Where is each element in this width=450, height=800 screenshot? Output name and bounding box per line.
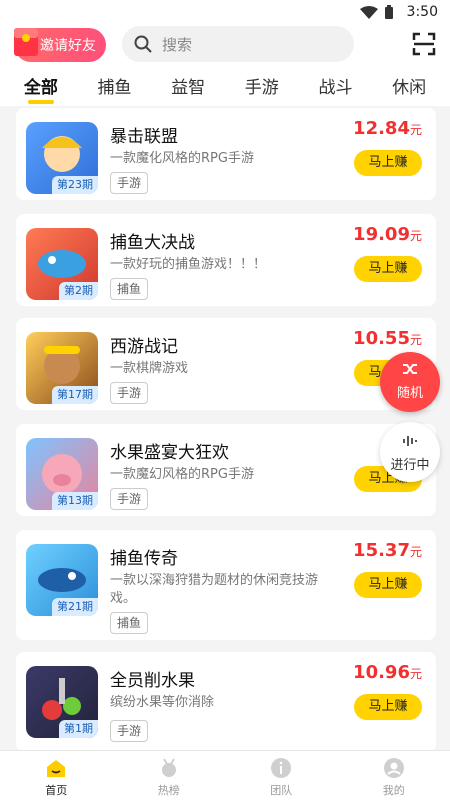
tab-casual[interactable]: 休闲 — [392, 73, 426, 104]
shuffle-icon — [403, 364, 417, 374]
earn-now-button[interactable]: 马上赚 — [354, 572, 422, 598]
search-placeholder: 搜索 — [162, 35, 193, 54]
search-icon — [134, 35, 152, 53]
tab-puzzle[interactable]: 益智 — [171, 73, 205, 104]
search-input[interactable]: 搜索 — [122, 26, 354, 62]
tab-mobile[interactable]: 手游 — [245, 73, 279, 104]
price-value: 12.84 — [353, 118, 410, 139]
in-progress-fab[interactable]: 进行中 — [380, 422, 440, 482]
game-thumbnail: 第21期 — [26, 544, 98, 616]
game-tag: 手游 — [110, 488, 149, 510]
red-envelope-icon — [14, 28, 38, 56]
tab-home[interactable]: 首页 — [0, 751, 113, 800]
tab-ranking-label: 热榜 — [157, 784, 180, 797]
tab-team[interactable]: 团队 — [225, 751, 338, 800]
game-thumbnail: 第23期 — [26, 122, 98, 194]
reward-price: 10.55元 — [353, 328, 422, 349]
status-icons — [360, 5, 394, 20]
earn-now-button[interactable]: 马上赚 — [354, 256, 422, 282]
game-card[interactable]: 第23期 暴击联盟 一款魔化风格的RPG手游 手游 12.84元 马上赚 — [16, 108, 436, 200]
tab-all[interactable]: 全部 — [24, 73, 58, 104]
game-tag: 手游 — [110, 382, 149, 404]
tab-team-label: 团队 — [270, 784, 293, 797]
issue-badge: 第2期 — [59, 282, 98, 300]
game-description: 一款以深海狩猎为题材的休闲竞技游戏。 — [110, 573, 319, 606]
info-icon — [271, 758, 292, 778]
game-thumbnail: 第1期 — [26, 666, 98, 738]
home-icon — [47, 760, 66, 777]
tab-ranking[interactable]: 热榜 — [113, 751, 226, 800]
game-name: 暴击联盟 — [110, 127, 178, 147]
price-unit: 元 — [409, 545, 422, 559]
game-description: 一款魔化风格的RPG手游 — [110, 151, 254, 166]
price-unit: 元 — [409, 123, 422, 137]
price-unit: 元 — [409, 667, 422, 681]
user-icon — [383, 758, 404, 778]
price-value: 19.09 — [353, 224, 410, 245]
issue-badge: 第13期 — [52, 492, 98, 510]
game-card[interactable]: 第17期 西游战记 一款棋牌游戏 手游 10.55元 马上赚 — [16, 318, 436, 410]
earn-now-button[interactable]: 马上赚 — [354, 150, 422, 176]
game-description: 一款魔幻风格的RPG手游 — [110, 467, 254, 482]
tab-home-label: 首页 — [45, 784, 68, 797]
game-name: 全员削水果 — [110, 671, 195, 691]
game-card[interactable]: 第13期 水果盛宴大狂欢 一款魔幻风格的RPG手游 手游 10 马上赚 — [16, 424, 436, 516]
game-card[interactable]: 第2期 捕鱼大决战 一款好玩的捕鱼游戏！！！ 捕鱼 19.09元 马上赚 — [16, 214, 436, 306]
header: 邀请好友 搜索 — [0, 24, 450, 70]
game-card[interactable]: 第21期 捕鱼传奇 一款以深海狩猎为题材的休闲竞技游戏。 捕鱼 15.37元 马… — [16, 530, 436, 640]
tab-mine-label: 我的 — [382, 784, 405, 797]
game-name: 西游战记 — [110, 337, 178, 357]
tab-battle[interactable]: 战斗 — [318, 73, 352, 104]
game-tag: 捕鱼 — [110, 612, 149, 634]
invite-friends-button[interactable]: 邀请好友 — [14, 28, 106, 62]
clock: 3:50 — [406, 4, 438, 20]
game-description: 一款棋牌游戏 — [110, 361, 189, 376]
scan-icon[interactable] — [412, 32, 436, 56]
game-tag: 手游 — [110, 720, 149, 742]
issue-badge: 第21期 — [52, 598, 98, 616]
category-tabs: 全部 捕鱼 益智 手游 战斗 休闲 — [0, 70, 450, 106]
issue-badge: 第17期 — [52, 386, 98, 404]
issue-badge: 第23期 — [52, 176, 98, 194]
earn-now-button[interactable]: 马上赚 — [354, 694, 422, 720]
game-description: 缤纷水果等你消除 — [110, 695, 215, 710]
game-thumbnail: 第13期 — [26, 438, 98, 510]
invite-label: 邀请好友 — [40, 38, 96, 54]
in-progress-label: 进行中 — [390, 458, 430, 473]
price-unit: 元 — [409, 229, 422, 243]
tab-fishing[interactable]: 捕鱼 — [97, 73, 131, 104]
random-label: 随机 — [396, 386, 423, 401]
price-unit: 元 — [409, 333, 422, 347]
status-bar: 3:50 — [0, 0, 450, 24]
random-fab[interactable]: 随机 — [380, 352, 440, 412]
game-description: 一款好玩的捕鱼游戏！！！ — [110, 257, 267, 272]
game-name: 捕鱼传奇 — [110, 549, 178, 569]
price-value: 10.55 — [353, 328, 410, 349]
price-value: 10.96 — [353, 662, 410, 683]
issue-badge: 第1期 — [59, 720, 98, 738]
reward-price: 10.96元 — [353, 662, 422, 683]
game-tag: 手游 — [110, 172, 149, 194]
game-name: 捕鱼大决战 — [110, 233, 195, 253]
battery-icon — [385, 5, 393, 19]
bottom-tab-bar: 首页 热榜 团队 我的 — [0, 750, 450, 800]
game-list: 第23期 暴击联盟 一款魔化风格的RPG手游 手游 12.84元 马上赚 第2期… — [0, 106, 450, 750]
medal-icon — [161, 758, 176, 777]
game-thumbnail: 第2期 — [26, 228, 98, 300]
wifi-icon — [360, 5, 378, 19]
reward-price: 12.84元 — [353, 118, 422, 139]
price-value: 15.37 — [353, 540, 410, 561]
game-tag: 捕鱼 — [110, 278, 149, 300]
reward-price: 15.37元 — [353, 540, 422, 561]
soundwave-icon — [403, 436, 417, 446]
tab-mine[interactable]: 我的 — [338, 751, 450, 800]
reward-price: 19.09元 — [353, 224, 422, 245]
game-card[interactable]: 第1期 全员削水果 缤纷水果等你消除 手游 10.96元 马上赚 — [16, 652, 436, 750]
game-thumbnail: 第17期 — [26, 332, 98, 404]
game-name: 水果盛宴大狂欢 — [110, 443, 229, 463]
